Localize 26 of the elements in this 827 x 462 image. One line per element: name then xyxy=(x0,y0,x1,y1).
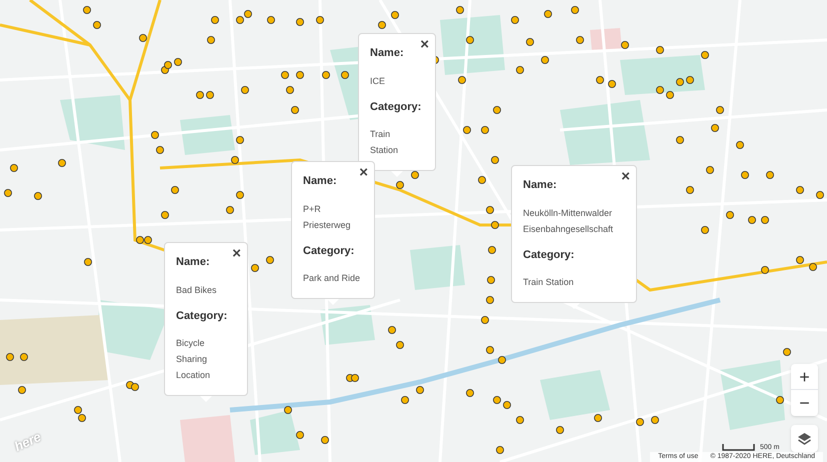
close-button[interactable]: × xyxy=(359,165,368,180)
scale-bar xyxy=(722,444,755,451)
category-label: Category: xyxy=(303,244,356,258)
name-value: Bad Bikes xyxy=(176,284,218,296)
close-button[interactable]: × xyxy=(232,246,241,261)
category-label: Category: xyxy=(523,248,576,262)
category-value: Bicycle Sharing Location xyxy=(176,337,212,382)
name-label: Name: xyxy=(176,255,211,270)
close-button[interactable]: × xyxy=(420,37,429,52)
close-button[interactable]: × xyxy=(621,169,630,184)
name-value: ICE xyxy=(370,74,386,88)
layers-button[interactable] xyxy=(791,425,818,452)
name-label: Name: xyxy=(523,178,558,193)
name-label: Name: xyxy=(370,46,405,61)
layers-icon xyxy=(797,432,812,446)
category-label: Category: xyxy=(176,308,228,324)
category-value: Train Station xyxy=(370,128,400,157)
zoom-out-button[interactable]: − xyxy=(791,390,818,416)
name-value: Neukölln-Mittenwalder Eisenbahngesellschaft xyxy=(523,206,614,236)
name-label: Name: xyxy=(303,174,338,189)
category-value: Train Station xyxy=(523,276,575,289)
category-label: Category: xyxy=(370,100,422,114)
logo: here xyxy=(11,428,44,456)
zoom-in-button[interactable]: + xyxy=(791,364,818,390)
name-value: P+R Priesterweg xyxy=(303,202,352,232)
category-value: Park and Ride xyxy=(303,272,362,285)
